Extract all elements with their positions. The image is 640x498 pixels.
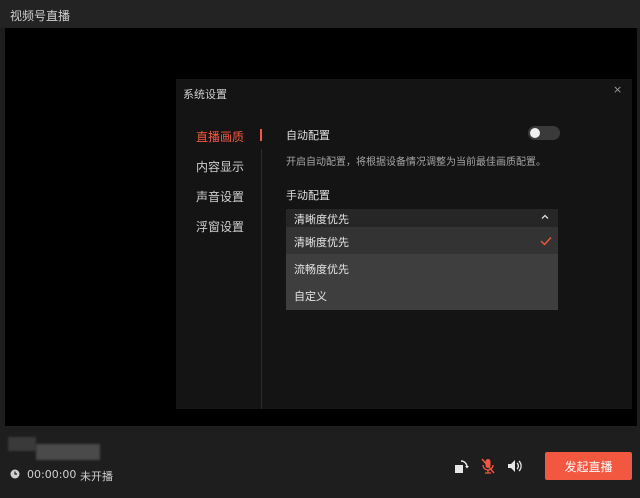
manual-config-label: 手动配置 [286,189,330,202]
nav-divider [261,149,262,409]
nav-active-indicator [260,129,262,141]
auto-config-label: 自动配置 [286,129,330,142]
nav-item-floating-window[interactable]: 浮窗设置 [196,218,244,235]
avatar [8,437,36,451]
clock-icon [10,469,20,479]
title-bar: 视频号直播 [0,0,640,28]
quality-select[interactable]: 清晰度优先 [286,209,558,228]
chevron-up-icon [541,214,549,219]
live-status: 未开播 [80,470,113,483]
nav-item-audio[interactable]: 声音设置 [196,188,244,205]
close-icon[interactable]: × [613,83,622,96]
account-name [36,444,100,460]
quality-option-smooth[interactable]: 流畅度优先 [286,255,558,281]
quality-option-clarity[interactable]: 清晰度优先 [286,228,558,254]
option-label: 自定义 [294,290,327,303]
quality-option-custom[interactable]: 自定义 [286,282,558,308]
settings-dialog: 系统设置 × 直播画质 内容显示 声音设置 浮窗设置 自动配置 开启自动配置，将… [176,79,632,409]
window-title: 视频号直播 [10,9,71,23]
nav-item-quality[interactable]: 直播画质 [196,128,244,145]
auto-config-description: 开启自动配置，将根据设备情况调整为当前最佳画质配置。 [286,157,546,168]
quality-dropdown: 清晰度优先 流畅度优先 自定义 [286,228,558,310]
option-label: 流畅度优先 [294,263,349,276]
option-label: 清晰度优先 [294,236,349,249]
toggle-knob [530,128,540,138]
live-duration: 00:00:00 [27,468,77,481]
quality-select-value: 清晰度优先 [294,213,349,226]
check-icon [540,237,552,246]
mic-muted-icon[interactable] [479,457,497,475]
speaker-icon[interactable] [506,457,524,475]
dialog-title: 系统设置 [183,88,227,101]
bottom-bar [0,426,640,498]
nav-item-content[interactable]: 内容显示 [196,158,244,175]
start-live-button[interactable]: 发起直播 [545,452,632,480]
auto-config-toggle[interactable] [528,126,560,140]
rotate-icon[interactable] [452,457,470,475]
